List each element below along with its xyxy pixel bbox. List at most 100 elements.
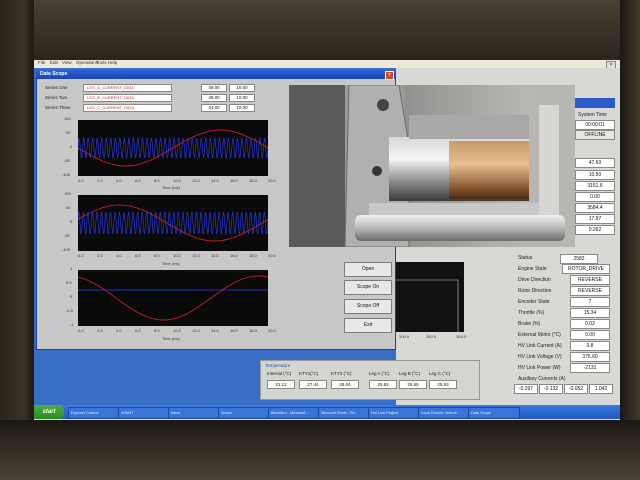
temp-label-leg-a: Leg A (°C) xyxy=(369,371,390,376)
plot1-ytick: -50 xyxy=(64,158,70,163)
taskbar-item[interactable]: Inbox xyxy=(168,407,220,419)
menu-help[interactable]: Help xyxy=(108,60,117,65)
drive-direction-value: REVERSE xyxy=(570,275,610,285)
menu-tools[interactable]: Tools xyxy=(96,60,107,65)
xtick-label: 8.0 xyxy=(154,253,160,258)
start-button[interactable]: start xyxy=(34,405,64,419)
small-plot-xtick: 300.0 xyxy=(456,334,467,339)
series-three-select[interactable]: LEG_C_CURRENT_DATA xyxy=(83,104,172,112)
series-one-select[interactable]: LEG_A_CURRENT_DATA xyxy=(83,84,172,92)
encoder-state-value: 7 xyxy=(570,297,610,307)
menu-edit[interactable]: Edit xyxy=(50,60,58,65)
xtick-label: 16.0 xyxy=(230,328,238,333)
exit-button[interactable]: Exit xyxy=(344,318,392,333)
scope-plot-3 xyxy=(77,270,269,326)
plot1-xticks: 0.0 2.0 4.0 6.0 8.0 10.0 12.0 14.0 16.0 18.0 20.0 xyxy=(72,178,276,184)
small-plot xyxy=(394,262,464,332)
series-trace-high-freq xyxy=(77,211,269,235)
series-trace-low-freq xyxy=(77,129,269,167)
temp-label-kty2: KTY2 (°C) xyxy=(331,371,352,376)
xtick-label: 6.0 xyxy=(135,253,141,258)
rotor-photo-overlay xyxy=(289,85,575,247)
rotor-direction-value: REVERSE xyxy=(570,286,610,296)
plot1-ytick: 50 xyxy=(66,130,71,135)
temp-value-kty1: 27.44 xyxy=(299,380,327,389)
temp-value-kty2: 28.04 xyxy=(331,380,359,389)
taskbar-item[interactable]: Explorer Control xyxy=(68,407,120,419)
menu-file[interactable]: File xyxy=(38,60,45,65)
taskbar-item[interactable]: Hot Line Project xyxy=(368,407,420,419)
series-two-offset[interactable]: 10.00 xyxy=(229,94,255,102)
xtick-label: 14.0 xyxy=(211,253,219,258)
xtick-label: 0.0 xyxy=(78,178,84,183)
taskbar-item[interactable]: Local Electric Vehicle xyxy=(418,407,470,419)
series-three-offset[interactable]: 10.00 xyxy=(229,104,255,112)
series-two-select[interactable]: LEG_B_CURRENT_DATA xyxy=(83,94,172,102)
taskbar-item[interactable]: WINNT xyxy=(118,407,170,419)
xtick-label: 18.0 xyxy=(249,253,257,258)
taskbar-item[interactable]: Scope xyxy=(218,407,270,419)
small-plot-trace xyxy=(394,279,459,332)
system-time-label: System Time xyxy=(578,112,607,118)
xtick-label: 6.0 xyxy=(135,328,141,333)
series-one-scale[interactable]: 48.00 xyxy=(201,84,227,92)
xtick-label: 12.0 xyxy=(192,178,200,183)
taskbar-item[interactable]: Data Scope xyxy=(468,407,520,419)
hv-link-voltage-value: 375.60 xyxy=(570,352,610,362)
temperature-title: Temperature xyxy=(265,363,291,368)
brake-value: 0.02 xyxy=(570,319,610,329)
xtick-label: 14.0 xyxy=(211,178,219,183)
hv-link-power-label: HV Link Power (W) xyxy=(518,365,561,371)
aux-currents-label: Auxiliary Currents (A) xyxy=(518,376,566,382)
series-one-offset[interactable]: 10.00 xyxy=(229,84,255,92)
series-two-label: Series Two xyxy=(45,95,68,100)
hv-link-current-value: 0.8 xyxy=(570,341,610,351)
temp-value-internal: 31.12 xyxy=(267,380,295,389)
monitor-bezel-bottom xyxy=(0,420,640,480)
menu-operations[interactable]: Operations xyxy=(76,60,98,65)
close-icon[interactable]: × xyxy=(385,71,394,80)
aux-current-2: -0.132 xyxy=(539,384,563,394)
open-button[interactable]: Open xyxy=(344,262,392,277)
series-three-label: Series Three xyxy=(45,105,71,110)
value-4: 0.00 xyxy=(575,192,615,202)
series-three-scale[interactable]: 44.00 xyxy=(201,104,227,112)
encoder-state-label: Encoder State xyxy=(518,299,550,305)
xtick-label: 16.0 xyxy=(230,178,238,183)
xtick-label: 20.0 xyxy=(268,178,276,183)
value-5: 3584.4 xyxy=(575,203,615,213)
taskbar: start Explorer Control WINNT Inbox Scope… xyxy=(34,405,620,419)
rotor-photo-icon xyxy=(289,85,575,247)
status-value: 2582 xyxy=(560,254,598,264)
hv-link-power-value: -2131 xyxy=(570,363,610,373)
scope-on-button[interactable]: Scope On xyxy=(344,280,392,295)
value-2: 10.50 xyxy=(575,170,615,180)
scope-off-button[interactable]: Scope Off xyxy=(344,299,392,314)
small-plot-xtick: 250.0 xyxy=(426,334,437,339)
taskbar-item[interactable]: Microsoft Excel - Ro... xyxy=(318,407,370,419)
plot2-ytick: 50 xyxy=(66,205,71,210)
xtick-label: 8.0 xyxy=(154,328,160,333)
xtick-label: 10.0 xyxy=(173,178,181,183)
throttle-value: 15.34 xyxy=(570,308,610,318)
xtick-label: 0.0 xyxy=(78,253,84,258)
xtick-label: 6.0 xyxy=(135,178,141,183)
xtick-label: 2.0 xyxy=(97,253,103,258)
drive-direction-label: Drive Direction xyxy=(518,277,551,283)
plot1-ytick: 0 xyxy=(70,144,73,149)
system-time-value: 00:00:01 xyxy=(575,120,615,130)
taskbar-item[interactable]: Blackbird - Microsoft... xyxy=(268,407,320,419)
plot3-ytick: 1 xyxy=(70,266,73,271)
rotor-direction-label: Rotor Direction xyxy=(518,288,552,294)
plot2-ytick: -50 xyxy=(64,233,70,238)
scope-titlebar[interactable]: Data Scope × xyxy=(36,70,396,80)
scope-plot-2-traces xyxy=(77,204,269,242)
small-plot-xtick: 200.0 xyxy=(399,334,410,339)
plot3-xlabel: Time (ms) xyxy=(162,336,180,341)
series-two-scale[interactable]: 48.00 xyxy=(201,94,227,102)
temp-label-internal: Internal (°C) xyxy=(267,371,292,376)
series-one-label: Series One xyxy=(45,85,68,90)
value-1: 47.60 xyxy=(575,158,615,168)
xtick-label: 2.0 xyxy=(97,328,103,333)
menu-view[interactable]: View xyxy=(62,60,72,65)
